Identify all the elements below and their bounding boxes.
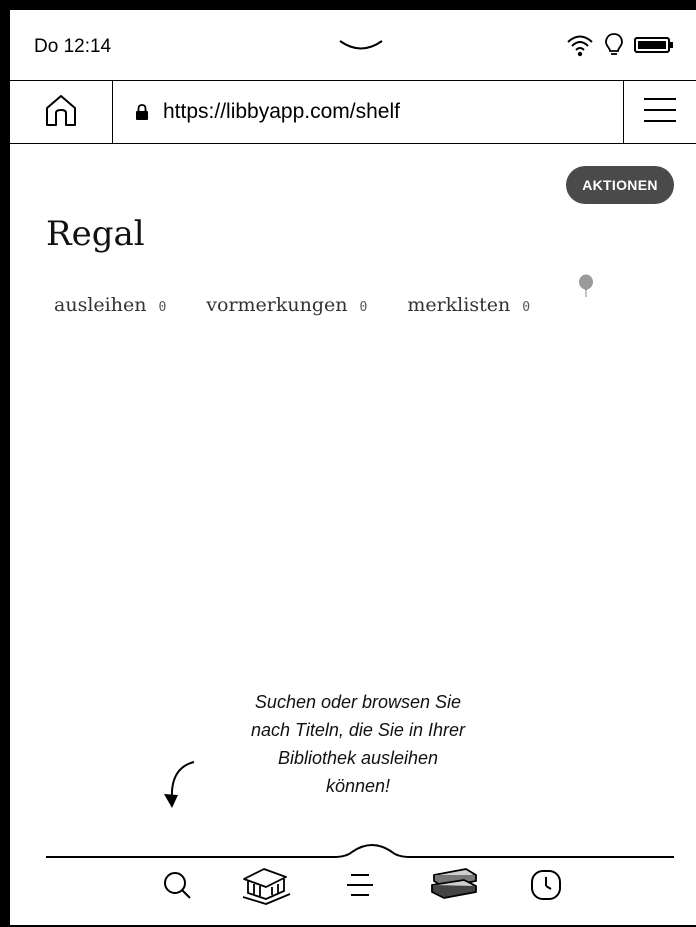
empty-shelf-hint: Suchen oder browsen Sie nach Titeln, die… — [218, 688, 498, 800]
wifi-icon — [566, 33, 594, 62]
status-time: Do 12:14 — [34, 36, 112, 57]
search-icon — [161, 869, 193, 906]
timeline-clock-icon — [530, 869, 562, 906]
status-bar: Do 12:14 — [10, 10, 696, 81]
nav-search[interactable] — [154, 864, 200, 910]
actions-button[interactable]: AKTIONEN — [566, 166, 674, 204]
home-icon — [43, 92, 79, 133]
tab-label: vormerkungen — [206, 294, 348, 316]
tab-count: 0 — [158, 300, 167, 315]
shelf-tabs: ausleihen 0 vormerkungen 0 merklisten 0 — [54, 294, 570, 316]
tab-label: ausleihen — [54, 294, 147, 316]
tab-label: merklisten — [407, 294, 511, 316]
tab-loans[interactable]: ausleihen 0 — [54, 294, 166, 316]
nav-timeline[interactable] — [526, 864, 566, 910]
lock-icon — [135, 104, 149, 120]
balloon-icon — [577, 274, 595, 303]
bottom-nav-divider — [46, 840, 676, 867]
status-icons — [566, 32, 674, 63]
library-icon — [240, 865, 292, 910]
hint-line: Bibliothek ausleihen — [277, 748, 439, 768]
shelf-books-icon — [428, 867, 480, 908]
tab-holds[interactable]: vormerkungen 0 — [206, 294, 367, 316]
home-button[interactable] — [10, 81, 113, 143]
tab-count: 0 — [522, 300, 531, 315]
page-title: Regal — [46, 214, 145, 254]
browser-menu-button[interactable] — [623, 81, 696, 143]
nav-library[interactable] — [238, 864, 294, 910]
hint-line: können! — [325, 776, 391, 796]
browser-toolbar: https://libbyapp.com/shelf — [10, 81, 696, 144]
hint-line: Suchen oder browsen Sie — [254, 692, 462, 712]
tab-count: 0 — [359, 300, 368, 315]
bottom-nav — [150, 864, 580, 910]
battery-icon — [634, 36, 674, 59]
nav-menu[interactable] — [340, 864, 380, 910]
url-text: https://libbyapp.com/shelf — [163, 100, 400, 123]
hamburger-icon — [643, 97, 677, 128]
curved-arrow-icon — [156, 760, 200, 817]
nav-shelf[interactable] — [426, 864, 482, 910]
tab-lists[interactable]: merklisten 0 — [407, 294, 530, 316]
menu-icon — [345, 872, 375, 903]
url-field[interactable]: https://libbyapp.com/shelf — [113, 81, 623, 143]
lightbulb-icon — [604, 32, 624, 63]
chevron-down-icon[interactable] — [338, 38, 384, 59]
hint-line: nach Titeln, die Sie in Ihrer — [251, 720, 465, 740]
